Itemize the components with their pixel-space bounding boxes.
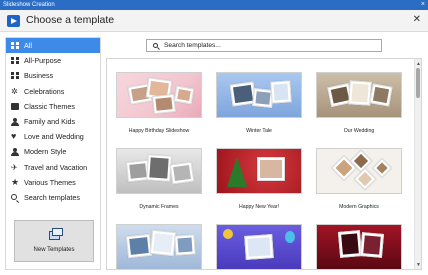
window-titlebar: Slideshow Creation × [0, 0, 428, 10]
frame-icon [11, 102, 19, 110]
template-label: Modern Graphics [339, 204, 379, 210]
template-thumbnail[interactable] [216, 224, 302, 269]
template-label: Our Wedding [343, 128, 375, 134]
grid-icon [11, 42, 19, 49]
template-tile[interactable] [216, 224, 302, 269]
sidebar-item-travel-and-vacation[interactable]: ✈ Travel and Vacation [6, 160, 100, 175]
template-thumbnail[interactable] [216, 72, 302, 118]
sidebar-item-modern-style[interactable]: Modern Style [6, 144, 100, 159]
confetti-icon: ✲ [11, 86, 18, 96]
sidebar-item-all[interactable]: All [6, 38, 100, 54]
scrollbar-thumb[interactable] [416, 68, 420, 98]
template-thumbnail[interactable] [316, 72, 402, 118]
window-title: Slideshow Creation [3, 2, 55, 8]
sidebar-item-business[interactable]: Business [6, 68, 100, 83]
sidebar-item-label: All [24, 41, 32, 50]
template-tile[interactable]: Dynamic Frames [116, 148, 202, 210]
star-icon: ★ [11, 176, 20, 187]
sidebar-item-classic-themes[interactable]: Classic Themes [6, 99, 100, 114]
template-thumbnail[interactable] [116, 148, 202, 194]
window-close-icon[interactable]: × [421, 0, 425, 10]
sidebar-item-love-and-wedding[interactable]: ♥ Love and Wedding [6, 129, 100, 144]
sidebar-item-label: Various Themes [24, 177, 76, 187]
scrollbar[interactable]: ▲ ▼ [414, 59, 421, 269]
new-templates-button[interactable]: New Templates [14, 220, 94, 262]
sidebar-item-label: Search templates [24, 192, 80, 202]
sidebar-item-celebrations[interactable]: ✲ Celebrations [6, 84, 100, 99]
sidebar-item-various-themes[interactable]: ★ Various Themes [6, 175, 100, 190]
sidebar-item-label: Modern Style [24, 147, 67, 157]
person-icon [11, 148, 19, 157]
family-icon [11, 117, 19, 126]
template-label: Happy New Year! [238, 204, 280, 210]
scroll-down-icon[interactable]: ▼ [416, 262, 421, 268]
template-thumbnail[interactable] [116, 72, 202, 118]
search-icon [11, 193, 17, 200]
plane-icon: ✈ [11, 162, 18, 172]
template-tile[interactable]: Happy New Year! [216, 148, 302, 210]
sidebar-item-label: Celebrations [24, 86, 65, 96]
template-thumbnail[interactable] [216, 148, 302, 194]
sidebar-item-label: All-Purpose [24, 56, 62, 66]
search-input[interactable]: Search templates... [146, 39, 382, 52]
template-grid: Happy Birthday Slideshow Winter Tale Our… [106, 58, 422, 270]
sidebar-item-label: Classic Themes [24, 101, 75, 111]
sidebar-item-search-templates[interactable]: Search templates [6, 190, 100, 205]
scroll-up-icon[interactable]: ▲ [416, 61, 421, 67]
dialog-header: Choose a template ✕ [0, 10, 428, 32]
close-icon[interactable]: ✕ [413, 14, 421, 25]
template-thumbnail[interactable] [316, 148, 402, 194]
page-title: Choose a template [26, 14, 115, 26]
puzzle-icon [11, 57, 19, 65]
new-templates-label: New Templates [33, 247, 75, 253]
template-tile[interactable]: Winter Tale [216, 72, 302, 134]
new-templates-icon [49, 228, 63, 240]
template-label: Winter Tale [246, 128, 272, 134]
sidebar-item-label: Love and Wedding [24, 132, 84, 142]
template-tile[interactable] [316, 224, 402, 269]
app-logo-icon [7, 15, 20, 27]
search-icon [153, 43, 158, 48]
template-thumbnail[interactable] [116, 224, 202, 269]
category-sidebar: All All-Purpose Business ✲ Celebrations … [5, 37, 101, 270]
sidebar-item-all-purpose[interactable]: All-Purpose [6, 53, 100, 68]
sidebar-item-label: Family and Kids [24, 116, 76, 126]
template-tile[interactable]: Modern Graphics [316, 148, 402, 210]
template-thumbnail[interactable] [316, 224, 402, 269]
template-label: Dynamic Frames [139, 204, 179, 210]
sidebar-item-family-and-kids[interactable]: Family and Kids [6, 114, 100, 129]
sidebar-item-label: Business [24, 71, 54, 81]
search-placeholder: Search templates... [164, 42, 221, 49]
briefcase-icon [11, 72, 19, 80]
template-tile[interactable]: Our Wedding [316, 72, 402, 134]
heart-icon: ♥ [11, 131, 17, 142]
sidebar-item-label: Travel and Vacation [24, 162, 88, 172]
template-label: Happy Birthday Slideshow [128, 128, 190, 134]
template-tile[interactable] [116, 224, 202, 269]
template-tile[interactable]: Happy Birthday Slideshow [116, 72, 202, 134]
